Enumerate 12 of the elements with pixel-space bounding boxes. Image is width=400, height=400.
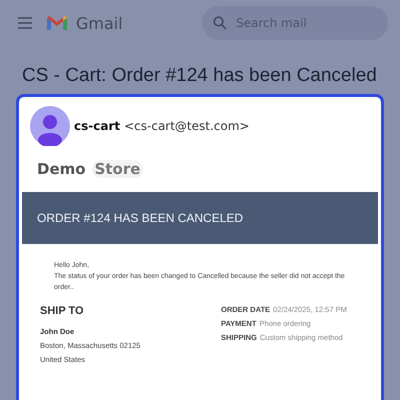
email-subject: CS - Cart: Order #124 has been Canceled [22, 64, 377, 88]
sender-email: <cs-cart@test.com> [124, 119, 250, 133]
gmail-logo-icon [46, 15, 68, 31]
store-logo-text: Store [92, 160, 144, 178]
store-logo-text: Demo [37, 160, 86, 178]
banner-title: ORDER #124 HAS BEEN CANCELED [37, 211, 244, 225]
menu-icon[interactable] [18, 16, 34, 30]
ship-to-heading: SHIP TO [40, 305, 85, 317]
sender-name: cs-cart [74, 119, 120, 133]
app-name: Gmail [76, 14, 123, 32]
search-field[interactable]: Search mail [202, 6, 388, 40]
avatar-icon [30, 106, 70, 146]
